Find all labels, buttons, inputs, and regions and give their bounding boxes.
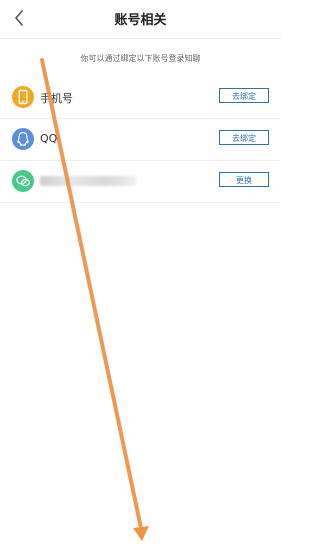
annotation-arrow xyxy=(40,58,149,541)
